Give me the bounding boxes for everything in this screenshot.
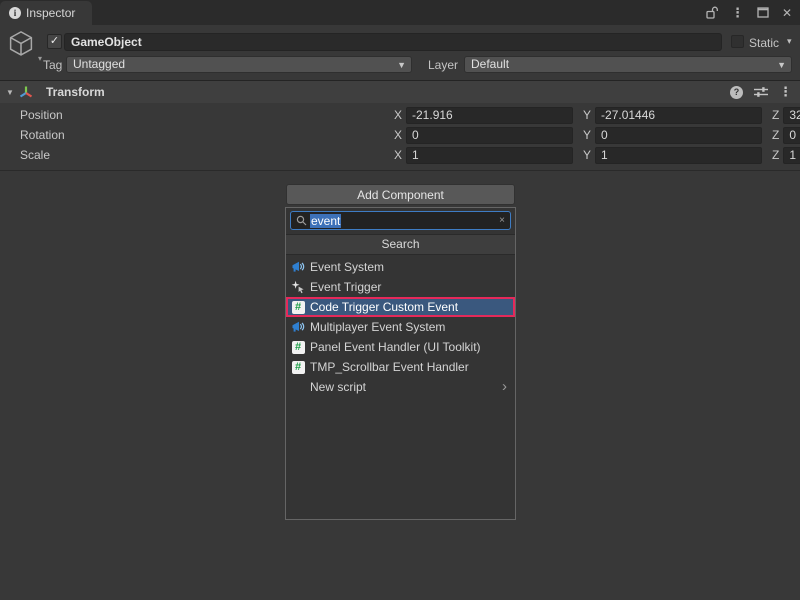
list-item-multiplayer-event-system[interactable]: Multiplayer Event System — [286, 317, 515, 337]
event-system-icon — [291, 260, 305, 274]
row-label: Scale — [20, 148, 50, 162]
list-item-label: TMP_Scrollbar Event Handler — [310, 360, 469, 374]
list-item-label: Multiplayer Event System — [310, 320, 445, 334]
list-item-label: Event Trigger — [310, 280, 381, 294]
tab-bar: i Inspector ⋮ ✕ — [0, 0, 800, 25]
list-item-label: Panel Event Handler (UI Toolkit) — [310, 340, 481, 354]
csharp-script-icon: # — [291, 340, 305, 354]
scale-z-input[interactable] — [783, 147, 800, 164]
add-component-button[interactable]: Add Component — [286, 184, 515, 205]
transform-header: ▼ Transform ? ⋮ — [0, 80, 800, 103]
axis-y-handle[interactable]: Y — [583, 108, 591, 122]
scale-row: Scale X Y Z — [0, 146, 800, 164]
list-item-panel-event-handler[interactable]: # Panel Event Handler (UI Toolkit) — [286, 337, 515, 357]
axis-z-handle[interactable]: Z — [772, 128, 779, 142]
axis-z-handle[interactable]: Z — [772, 108, 779, 122]
unlock-icon[interactable] — [706, 6, 718, 19]
tag-value: Untagged — [73, 57, 125, 71]
axis-x-handle[interactable]: X — [394, 128, 402, 142]
active-checkbox[interactable]: ✓ — [47, 34, 62, 49]
close-icon[interactable]: ✕ — [782, 6, 792, 20]
event-trigger-icon — [291, 280, 305, 294]
list-item-tmp-scrollbar-event-handler[interactable]: # TMP_Scrollbar Event Handler — [286, 357, 515, 377]
row-label: Position — [20, 108, 63, 122]
position-row: Position X Y Z — [0, 106, 800, 124]
search-input[interactable]: event × — [290, 211, 511, 230]
event-system-icon — [291, 320, 305, 334]
list-item-event-trigger[interactable]: Event Trigger — [286, 277, 515, 297]
unity-inspector-window: i Inspector ⋮ ✕ ▾ ✓ Static ▾ Tag Untagge… — [0, 0, 800, 600]
layer-dropdown[interactable]: Default ▼ — [464, 56, 792, 73]
axis-y-handle[interactable]: Y — [583, 148, 591, 162]
position-x-input[interactable] — [406, 107, 573, 124]
help-icon[interactable]: ? — [730, 86, 743, 99]
list-item-new-script[interactable]: New script › — [286, 377, 515, 397]
position-y-input[interactable] — [595, 107, 762, 124]
clear-search-icon[interactable]: × — [499, 215, 505, 226]
axis-z-handle[interactable]: Z — [772, 148, 779, 162]
list-item-code-trigger-custom-event[interactable]: # Code Trigger Custom Event — [286, 297, 515, 317]
component-list: Event System Event Trigger # Code Trigge… — [286, 255, 515, 397]
layer-label: Layer — [428, 58, 458, 72]
add-component-popup: event × Search Event System Event Trigge… — [285, 207, 516, 520]
row-label: Rotation — [20, 128, 65, 142]
rotation-row: Rotation X Y Z — [0, 126, 800, 144]
csharp-script-icon: # — [291, 300, 305, 314]
list-item-label: Code Trigger Custom Event — [310, 300, 458, 314]
axis-x-handle[interactable]: X — [394, 108, 402, 122]
csharp-script-icon: # — [291, 360, 305, 374]
empty-icon-slot — [291, 380, 305, 394]
scale-y-input[interactable] — [595, 147, 762, 164]
tag-dropdown[interactable]: Untagged ▼ — [66, 56, 412, 73]
static-checkbox[interactable] — [731, 35, 744, 48]
static-dropdown-arrow-icon[interactable]: ▾ — [787, 36, 792, 47]
chevron-down-icon: ▼ — [777, 58, 786, 73]
gameobject-icon[interactable]: ▾ — [6, 29, 40, 61]
list-item-label: New script — [310, 380, 366, 394]
kebab-menu-icon[interactable]: ⋮ — [779, 84, 792, 100]
submenu-chevron-icon: › — [502, 379, 507, 394]
rotation-x-input[interactable] — [406, 127, 573, 144]
search-text: event — [310, 214, 341, 228]
kebab-menu-icon[interactable]: ⋮ — [731, 5, 744, 21]
maximize-icon[interactable] — [757, 7, 769, 18]
foldout-arrow-icon[interactable]: ▼ — [6, 88, 18, 97]
info-icon: i — [9, 7, 21, 19]
list-item-event-system[interactable]: Event System — [286, 257, 515, 277]
presets-icon[interactable] — [754, 86, 768, 98]
axis-y-handle[interactable]: Y — [583, 128, 591, 142]
axis-x-handle[interactable]: X — [394, 148, 402, 162]
component-title: Transform — [46, 85, 105, 99]
position-z-input[interactable] — [783, 107, 800, 124]
component-separator — [0, 170, 800, 171]
tag-label: Tag — [43, 58, 62, 72]
transform-icon — [18, 84, 34, 100]
rotation-z-input[interactable] — [783, 127, 800, 144]
static-label: Static — [749, 36, 779, 50]
search-group-header: Search — [286, 234, 515, 255]
chevron-down-icon: ▼ — [397, 58, 406, 73]
chevron-down-icon: ▾ — [38, 54, 42, 63]
list-item-label: Event System — [310, 260, 384, 274]
gameobject-name-input[interactable] — [64, 33, 722, 51]
tab-title: Inspector — [26, 6, 75, 20]
layer-value: Default — [471, 57, 509, 71]
scale-x-input[interactable] — [406, 147, 573, 164]
tab-inspector[interactable]: i Inspector — [0, 1, 92, 25]
search-icon — [296, 215, 307, 226]
rotation-y-input[interactable] — [595, 127, 762, 144]
